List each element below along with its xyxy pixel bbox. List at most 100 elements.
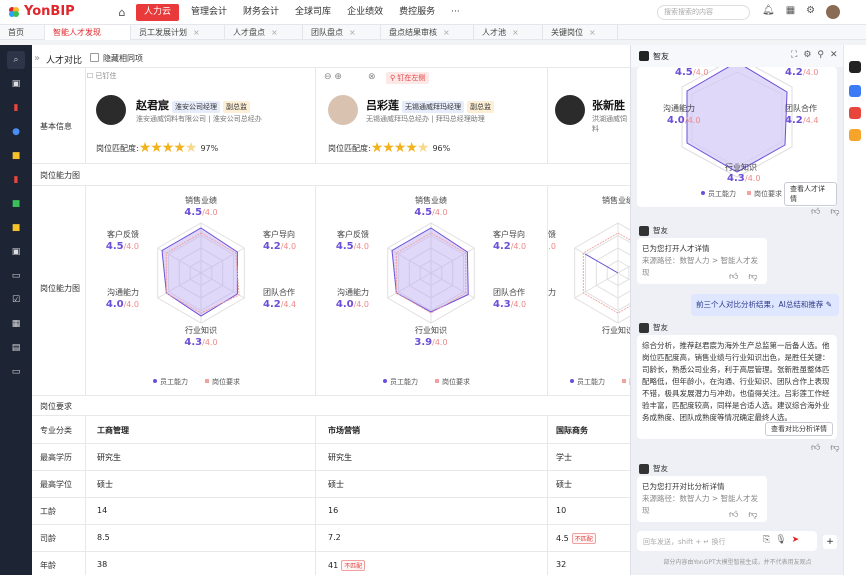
close-icon[interactable]: × [512,25,519,40]
pin-left-badge[interactable]: ⚲ 钉在左侧 [386,72,430,84]
close-icon[interactable]: × [271,25,278,40]
nav-arrows[interactable]: ⊖ ⊕ [324,72,342,82]
pin-icon[interactable]: ⚲ [817,50,824,60]
nav-item-performance[interactable]: 企业绩效 [339,0,391,25]
chat-icon[interactable]: ▭ [7,363,25,381]
person-header: 张新胜 [592,97,625,113]
tab-dev-plan[interactable]: 员工发展计划 × [131,25,225,40]
feedback: 👍︎ 👎︎ [729,272,758,282]
close-icon[interactable]: × [193,25,200,40]
thumbs-up-icon[interactable]: 👍︎ [811,207,820,217]
folder2-icon[interactable]: ▣ [7,243,25,261]
tab-talent-pool[interactable]: 人才池 × [474,25,543,40]
attach-icon[interactable]: ⎘ [763,535,770,545]
match-percent: 97% [200,143,219,153]
view-compare-detail-button[interactable]: 查看对比分析详情 [765,422,833,436]
app3-icon[interactable] [849,129,861,141]
tab-talent-discovery[interactable]: 智能人才发现 [45,25,131,40]
folder-icon[interactable]: ▣ [7,75,25,93]
hide-same-checkbox[interactable] [90,53,99,62]
nav-item-fin-accounting[interactable]: 财务会计 [235,0,287,25]
mic-icon[interactable]: 🎙︎ [775,535,786,545]
close-icon[interactable]: × [589,25,596,40]
legend-dot-emp [153,379,157,383]
tab-talent-review[interactable]: 人才盘点 × [225,25,303,40]
tab-home[interactable]: 首页 [0,25,45,40]
divider [32,497,630,498]
assistant-icon[interactable] [849,61,861,73]
message-text: 已为您打开人才详情 [642,244,710,253]
radar-req-value: /4.0 [281,242,296,251]
match-label: 岗位匹配度: [328,143,371,153]
ref-industry: /4.0 [745,174,760,183]
close-icon[interactable]: ⊗ [368,72,376,82]
app1-icon[interactable] [849,85,861,97]
thumbs-down-icon[interactable]: 👎︎ [748,510,757,520]
message-icon[interactable]: ▭ [7,267,25,285]
req-label: 工龄 [40,507,56,516]
send-icon[interactable]: ➤ [792,535,800,545]
calendar-icon[interactable]: ▦ [786,5,795,19]
right-toolbar [843,45,866,575]
brand-logo[interactable]: YonBIP [8,4,75,19]
thumbs-down-icon[interactable]: 👎︎ [830,207,839,217]
user-avatar[interactable] [826,5,841,19]
thumbs-up-icon[interactable]: 👍︎ [811,443,820,453]
report-icon[interactable]: ▮ [7,171,25,189]
chevron-right-icon[interactable]: » [34,53,40,64]
radar-value: 4.2/4.4 [263,299,296,310]
bot-name: 智友 [653,464,668,473]
feedback: 👍︎ 👎︎ [729,510,758,520]
radar-emp-value: 4.5 [106,241,124,252]
thumbs-down-icon[interactable]: 👎︎ [830,443,839,453]
nav-item-hr-cloud[interactable]: 人力云 [136,4,180,21]
nav-more-button[interactable]: ··· [443,0,468,25]
close-icon[interactable]: ✕ [830,50,838,60]
message-text: 已为您打开对比分析详情 [642,482,725,491]
thumbs-up-icon[interactable]: 👍︎ [729,272,738,282]
user-icon[interactable]: ● [7,123,25,141]
tab-key-positions[interactable]: 关键岗位 × [543,25,618,40]
req-cell: 10 [556,506,566,515]
avatar [328,95,358,125]
bell-icon[interactable]: 🔔︎ [762,5,775,19]
left-sidebar: ⌕ ▣ ▮ ● ■ ▮ ■ ■ ▣ ▭ ☑ ▦ ▤ ▭ [0,45,32,575]
card-icon[interactable]: ▤ [7,339,25,357]
settings-icon[interactable]: ⚙ [803,50,811,60]
tab-team-review[interactable]: 团队盘点 × [303,25,381,40]
edit-icon[interactable]: ✎ [826,300,832,309]
thumbs-up-icon[interactable]: 👍︎ [729,510,738,520]
nav-item-treasury[interactable]: 全球司库 [287,0,339,25]
pin-label: 已钉住 [95,72,117,80]
nav-item-mgmt-accounting[interactable]: 管理会计 [183,0,235,25]
req-cell: 硕士 [328,479,344,490]
note-icon[interactable]: ■ [7,219,25,237]
nav-item-expense[interactable]: 费控服务 [391,0,443,25]
chart-icon[interactable]: ▮ [7,99,25,117]
position: 拜玛总经理助理 [435,115,485,123]
search-icon[interactable]: ⌕ [7,51,25,69]
pin-status[interactable]: ☐ 已钉住 [87,71,117,81]
home-icon[interactable]: ⌂ [112,6,132,19]
thumbs-down-icon[interactable]: 👎︎ [748,272,757,282]
app2-icon[interactable] [849,107,861,119]
radar-emp-value: 4.3 [184,337,202,348]
new-chat-icon[interactable]: + [823,535,837,549]
global-search-input[interactable]: 搜索搜索的内容 [657,5,750,20]
view-talent-detail-button[interactable]: 查看人才详情 [784,182,837,206]
task-icon[interactable]: ☑ [7,291,25,309]
bot-label: 智友 [639,463,668,474]
calendar2-icon[interactable]: ▦ [7,315,25,333]
doc-icon[interactable]: ■ [7,147,25,165]
req-label: 最高学历 [40,453,72,462]
close-icon[interactable]: × [349,25,356,40]
person-name: 吕彩莲 [366,99,399,112]
sheet-icon[interactable]: ■ [7,195,25,213]
radar-axis-label: 沟通能力 [107,287,139,297]
match-row: 岗位匹配度: ★★★★★ 97% [96,140,218,156]
req-value: 市场营销 [328,426,360,435]
close-icon[interactable]: × [443,25,450,40]
gear-icon[interactable]: ⚙ [806,5,815,19]
tab-result-audit[interactable]: 盘点结果审核 × [381,25,474,40]
expand-icon[interactable]: ⛶ [791,50,797,60]
